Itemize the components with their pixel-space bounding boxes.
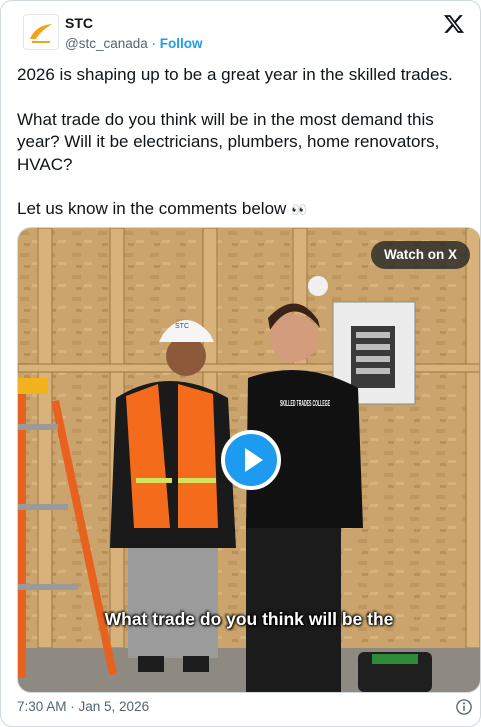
hat-logo-text: STC [175,323,189,330]
info-icon[interactable] [455,698,473,716]
video-caption: What trade do you think will be the [104,609,394,629]
separator: · [151,36,157,51]
author-handle-row: @stc_canada · Follow [65,36,203,51]
post-paragraph-text: Let us know in the comments below [17,199,287,218]
video-player[interactable]: STC SKILLED TRADES COLLEGE Watch on X Wh… [17,227,480,693]
post-card: STC @stc_canada · Follow 2026 is shaping… [0,0,481,727]
x-logo-icon[interactable] [443,13,465,35]
post-header: STC @stc_canada · Follow [17,11,465,55]
stc-logo-icon [27,18,55,46]
hoodie-logo-text: SKILLED TRADES COLLEGE [280,399,330,408]
play-icon [245,448,263,472]
play-button[interactable] [221,430,281,490]
post-paragraph: 2026 is shaping up to be a great year in… [17,65,453,84]
avatar[interactable] [23,14,59,50]
post-timestamp[interactable]: 7:30 AM · Jan 5, 2026 [17,699,149,714]
post-paragraph: Let us know in the comments below 👀 [17,198,472,222]
watch-on-x-button[interactable]: Watch on X [371,241,470,269]
post-text: 2026 is shaping up to be a great year in… [17,64,472,244]
author-name[interactable]: STC [65,15,93,31]
author-handle[interactable]: @stc_canada [65,36,148,51]
follow-button[interactable]: Follow [160,36,203,51]
post-paragraph: What trade do you think will be in the m… [17,109,440,174]
eyes-emoji: 👀 [291,202,309,217]
